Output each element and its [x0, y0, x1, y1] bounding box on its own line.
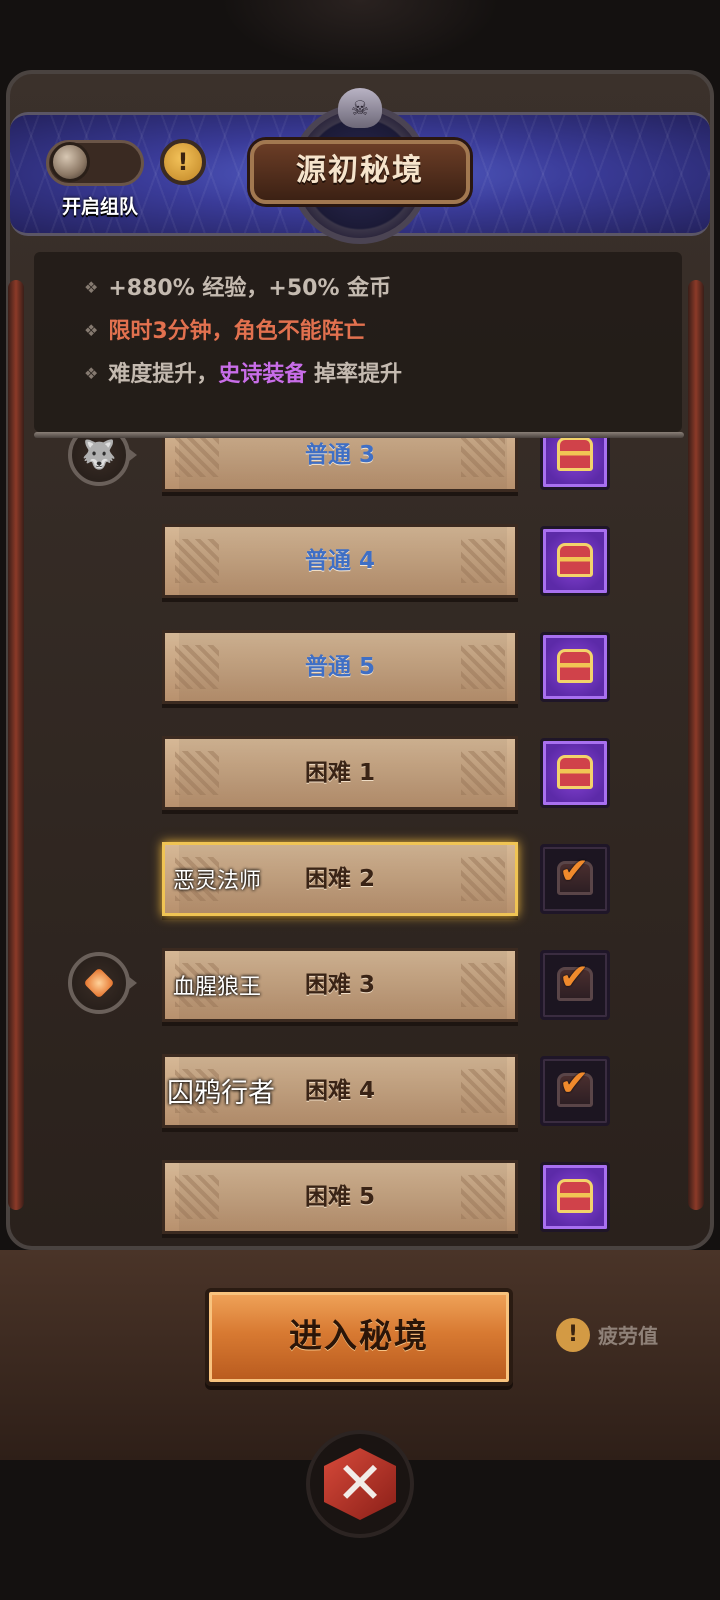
- chest-icon: [557, 649, 593, 683]
- gem-icon: [83, 967, 115, 999]
- checkmark-icon: ✔: [559, 957, 590, 998]
- level-list[interactable]: 🐺 普通 3 普通 4 普通 5 困难 1 困难 2 恶灵法师 ✔ 困难 3 血…: [28, 438, 688, 1246]
- exclamation-icon[interactable]: !: [160, 139, 206, 185]
- checkmark-icon: ✔: [559, 851, 590, 892]
- chest-icon: [557, 755, 593, 789]
- level-button-normal-4[interactable]: 普通 4: [162, 524, 518, 598]
- chest-claimed[interactable]: ✔: [540, 844, 610, 914]
- chest-button[interactable]: [540, 632, 610, 702]
- bonus-text: +880% 经验，+50% 金币: [108, 276, 392, 301]
- bonus-text: 难度提升，: [108, 362, 219, 387]
- page-title: 源初秘境: [296, 153, 424, 188]
- boss-name: 血腥狼王: [173, 975, 262, 1000]
- level-button-normal-3[interactable]: 普通 3: [162, 438, 518, 492]
- checkmark-icon: ✔: [559, 1063, 590, 1104]
- epic-gear-text: 史诗装备: [218, 362, 307, 387]
- bonus-text: 限时3分钟，角色不能阵亡: [108, 319, 366, 344]
- chest-button[interactable]: [540, 526, 610, 596]
- diamond-bullet-icon: ❖: [84, 278, 99, 297]
- chest-icon: [557, 438, 593, 471]
- chest-claimed[interactable]: ✔: [540, 950, 610, 1020]
- fatigue-label[interactable]: 疲劳值: [598, 1320, 658, 1349]
- exclamation-icon[interactable]: !: [556, 1318, 590, 1352]
- enter-dungeon-button[interactable]: 进入秘境: [205, 1288, 513, 1386]
- chest-icon: [557, 543, 593, 577]
- chest-button[interactable]: [540, 1162, 610, 1232]
- level-button-hard-1[interactable]: 困难 1: [162, 736, 518, 810]
- chest-icon: [557, 1179, 593, 1213]
- level-label: 普通 5: [304, 654, 375, 680]
- chest-claimed[interactable]: ✔: [540, 1056, 610, 1126]
- boss-name: 囚鸦行者: [167, 1078, 275, 1109]
- level-button-normal-5[interactable]: 普通 5: [162, 630, 518, 704]
- skull-icon: ☠: [338, 88, 382, 128]
- level-label: 普通 3: [304, 442, 375, 468]
- dungeon-screen: { "header": { "title": "源初秘境", "team_tog…: [0, 0, 720, 1600]
- team-toggle-label: 开启组队: [61, 196, 138, 218]
- bonus-text: 掉率提升: [306, 362, 403, 387]
- marker-pointer: [128, 976, 137, 990]
- chest-button[interactable]: [540, 738, 610, 808]
- bonus-row-drop: ❖ 难度提升，史诗装备 掉率提升: [84, 356, 402, 392]
- diamond-bullet-icon: ❖: [84, 364, 99, 383]
- marker-current: [68, 952, 130, 1014]
- level-label: 困难 5: [304, 1184, 375, 1210]
- chest-button[interactable]: [540, 438, 610, 490]
- top-ornament: [220, 0, 500, 70]
- side-rail-right: [688, 280, 704, 1210]
- level-button-hard-2[interactable]: 困难 2 恶灵法师: [162, 842, 518, 916]
- marker-dog: 🐺: [68, 438, 130, 486]
- level-label: 普通 4: [304, 548, 375, 574]
- level-label: 困难 1: [304, 760, 375, 786]
- level-button-hard-4[interactable]: 困难 4 囚鸦行者: [162, 1054, 518, 1128]
- boss-name: 恶灵法师: [173, 869, 262, 894]
- level-button-hard-3[interactable]: 困难 3 血腥狼王: [162, 948, 518, 1022]
- dog-icon: 🐺: [81, 438, 117, 471]
- marker-pointer: [128, 448, 137, 462]
- diamond-bullet-icon: ❖: [84, 321, 99, 340]
- bonus-row-exp: ❖ +880% 经验，+50% 金币: [84, 270, 391, 306]
- toggle-knob[interactable]: [50, 142, 90, 182]
- side-rail-left: [8, 280, 24, 1210]
- level-button-hard-5[interactable]: 困难 5: [162, 1160, 518, 1234]
- bonus-row-time: ❖ 限时3分钟，角色不能阵亡: [84, 313, 366, 349]
